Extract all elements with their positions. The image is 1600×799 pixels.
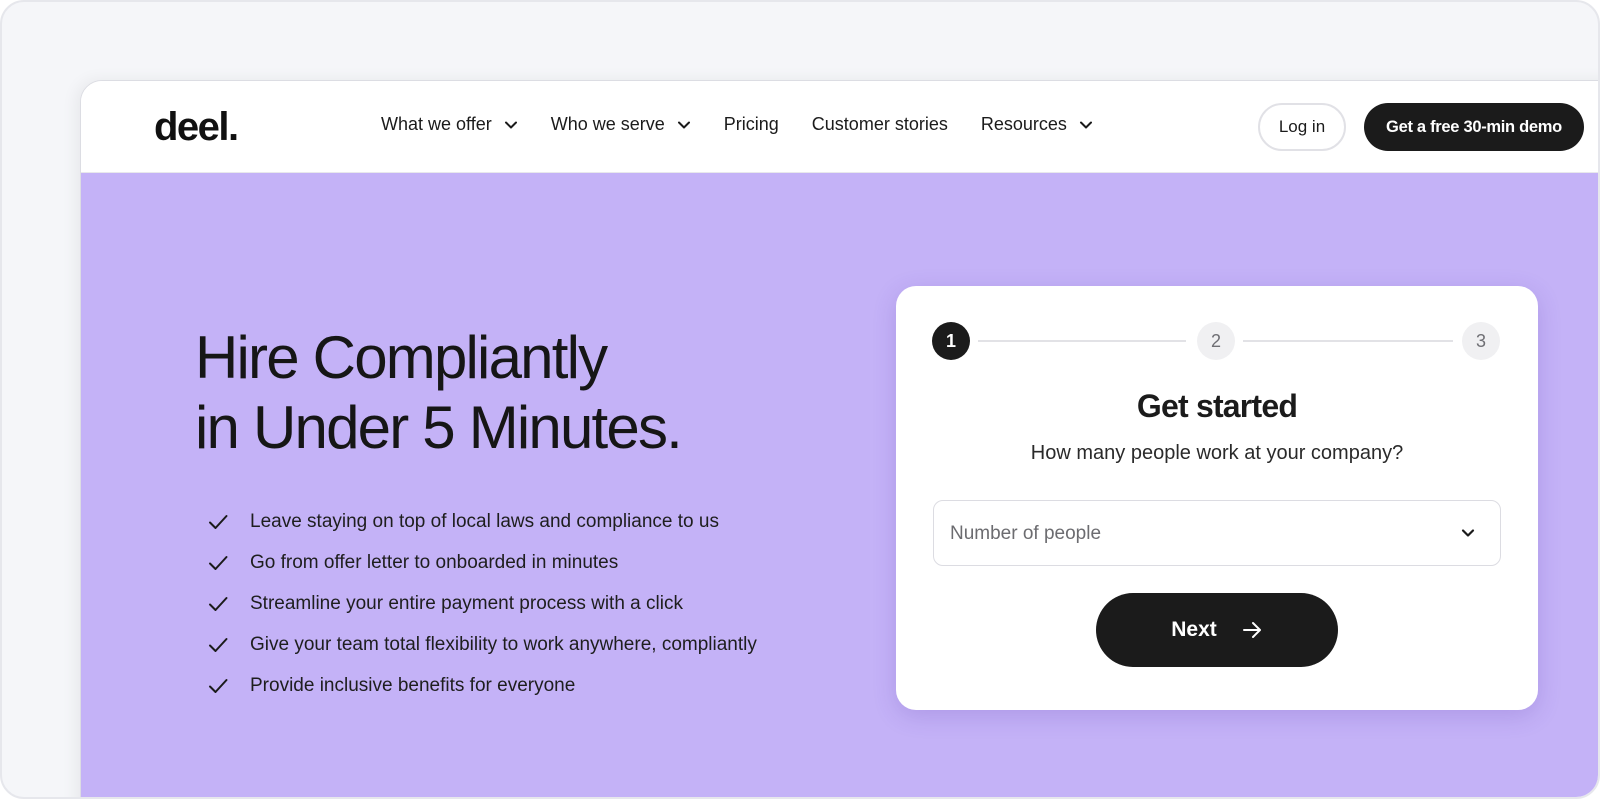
next-button-label: Next bbox=[1171, 618, 1217, 641]
nav-item-label: Resources bbox=[980, 114, 1067, 134]
check-icon bbox=[209, 637, 228, 652]
step-connector bbox=[978, 340, 1186, 342]
step-connector bbox=[1243, 340, 1453, 342]
get-demo-button[interactable]: Get a free 30-min demo bbox=[1364, 103, 1584, 151]
login-button[interactable]: Log in bbox=[1258, 103, 1346, 151]
chevron-down-icon bbox=[1461, 529, 1475, 537]
nav-item-label: Pricing bbox=[723, 114, 779, 134]
list-item: Provide inclusive benefits for everyone bbox=[207, 665, 757, 706]
main-menu: What we offer Who we serve Pricing Custo… bbox=[381, 114, 1126, 135]
nav-item-pricing[interactable]: Pricing bbox=[724, 114, 779, 135]
chevron-down-icon bbox=[504, 121, 517, 128]
nav-item-who-we-serve[interactable]: Who we serve bbox=[551, 114, 691, 135]
nav-item-resources[interactable]: Resources bbox=[981, 114, 1093, 135]
step-2-indicator: 2 bbox=[1197, 322, 1235, 360]
benefit-text: Provide inclusive benefits for everyone bbox=[250, 674, 576, 696]
check-icon bbox=[209, 514, 228, 529]
hero-section: Hire Compliantly in Under 5 Minutes. Lea… bbox=[81, 173, 1598, 797]
benefit-text: Leave staying on top of local laws and c… bbox=[250, 510, 719, 532]
list-item: Go from offer letter to onboarded in min… bbox=[207, 542, 757, 583]
page-frame: deel. What we offer Who we serve Pricing bbox=[0, 0, 1600, 799]
chevron-down-icon bbox=[677, 121, 690, 128]
list-item: Give your team total flexibility to work… bbox=[207, 624, 757, 665]
company-size-question: How many people work at your company? bbox=[1030, 442, 1404, 464]
browser-window: deel. What we offer Who we serve Pricing bbox=[80, 80, 1598, 797]
nav-item-what-we-offer[interactable]: What we offer bbox=[381, 114, 518, 135]
nav-item-label: Customer stories bbox=[811, 114, 948, 134]
headline-line-1: Hire Compliantly bbox=[195, 324, 608, 391]
headline-line-2: in Under 5 Minutes. bbox=[195, 394, 683, 461]
arrow-right-icon bbox=[1242, 622, 1261, 638]
hero-headline: Hire Compliantly in Under 5 Minutes. bbox=[195, 323, 683, 463]
check-icon bbox=[209, 678, 228, 693]
chevron-down-icon bbox=[1079, 121, 1092, 128]
nav-item-label: Who we serve bbox=[550, 114, 665, 134]
benefit-text: Go from offer letter to onboarded in min… bbox=[250, 551, 619, 573]
check-icon bbox=[209, 555, 228, 570]
list-item: Streamline your entire payment process w… bbox=[207, 583, 757, 624]
next-button[interactable]: Next bbox=[1096, 593, 1338, 667]
nav-item-label: What we offer bbox=[381, 114, 492, 134]
number-of-people-select[interactable]: Number of people bbox=[933, 500, 1501, 566]
benefits-list: Leave staying on top of local laws and c… bbox=[207, 501, 757, 706]
step-3-indicator: 3 bbox=[1462, 322, 1500, 360]
deel-logo[interactable]: deel. bbox=[154, 105, 239, 150]
benefit-text: Give your team total flexibility to work… bbox=[250, 633, 757, 655]
card-title: Get started bbox=[1136, 388, 1298, 424]
benefit-text: Streamline your entire payment process w… bbox=[250, 592, 683, 614]
progress-stepper: 1 2 3 bbox=[932, 322, 1502, 362]
get-started-card: 1 2 3 Get started How many people work a… bbox=[896, 286, 1538, 710]
step-1-indicator: 1 bbox=[932, 322, 970, 360]
top-navigation: deel. What we offer Who we serve Pricing bbox=[81, 81, 1598, 173]
check-icon bbox=[209, 596, 228, 611]
select-placeholder: Number of people bbox=[950, 523, 1102, 544]
list-item: Leave staying on top of local laws and c… bbox=[207, 501, 757, 542]
nav-item-customer-stories[interactable]: Customer stories bbox=[812, 114, 948, 135]
